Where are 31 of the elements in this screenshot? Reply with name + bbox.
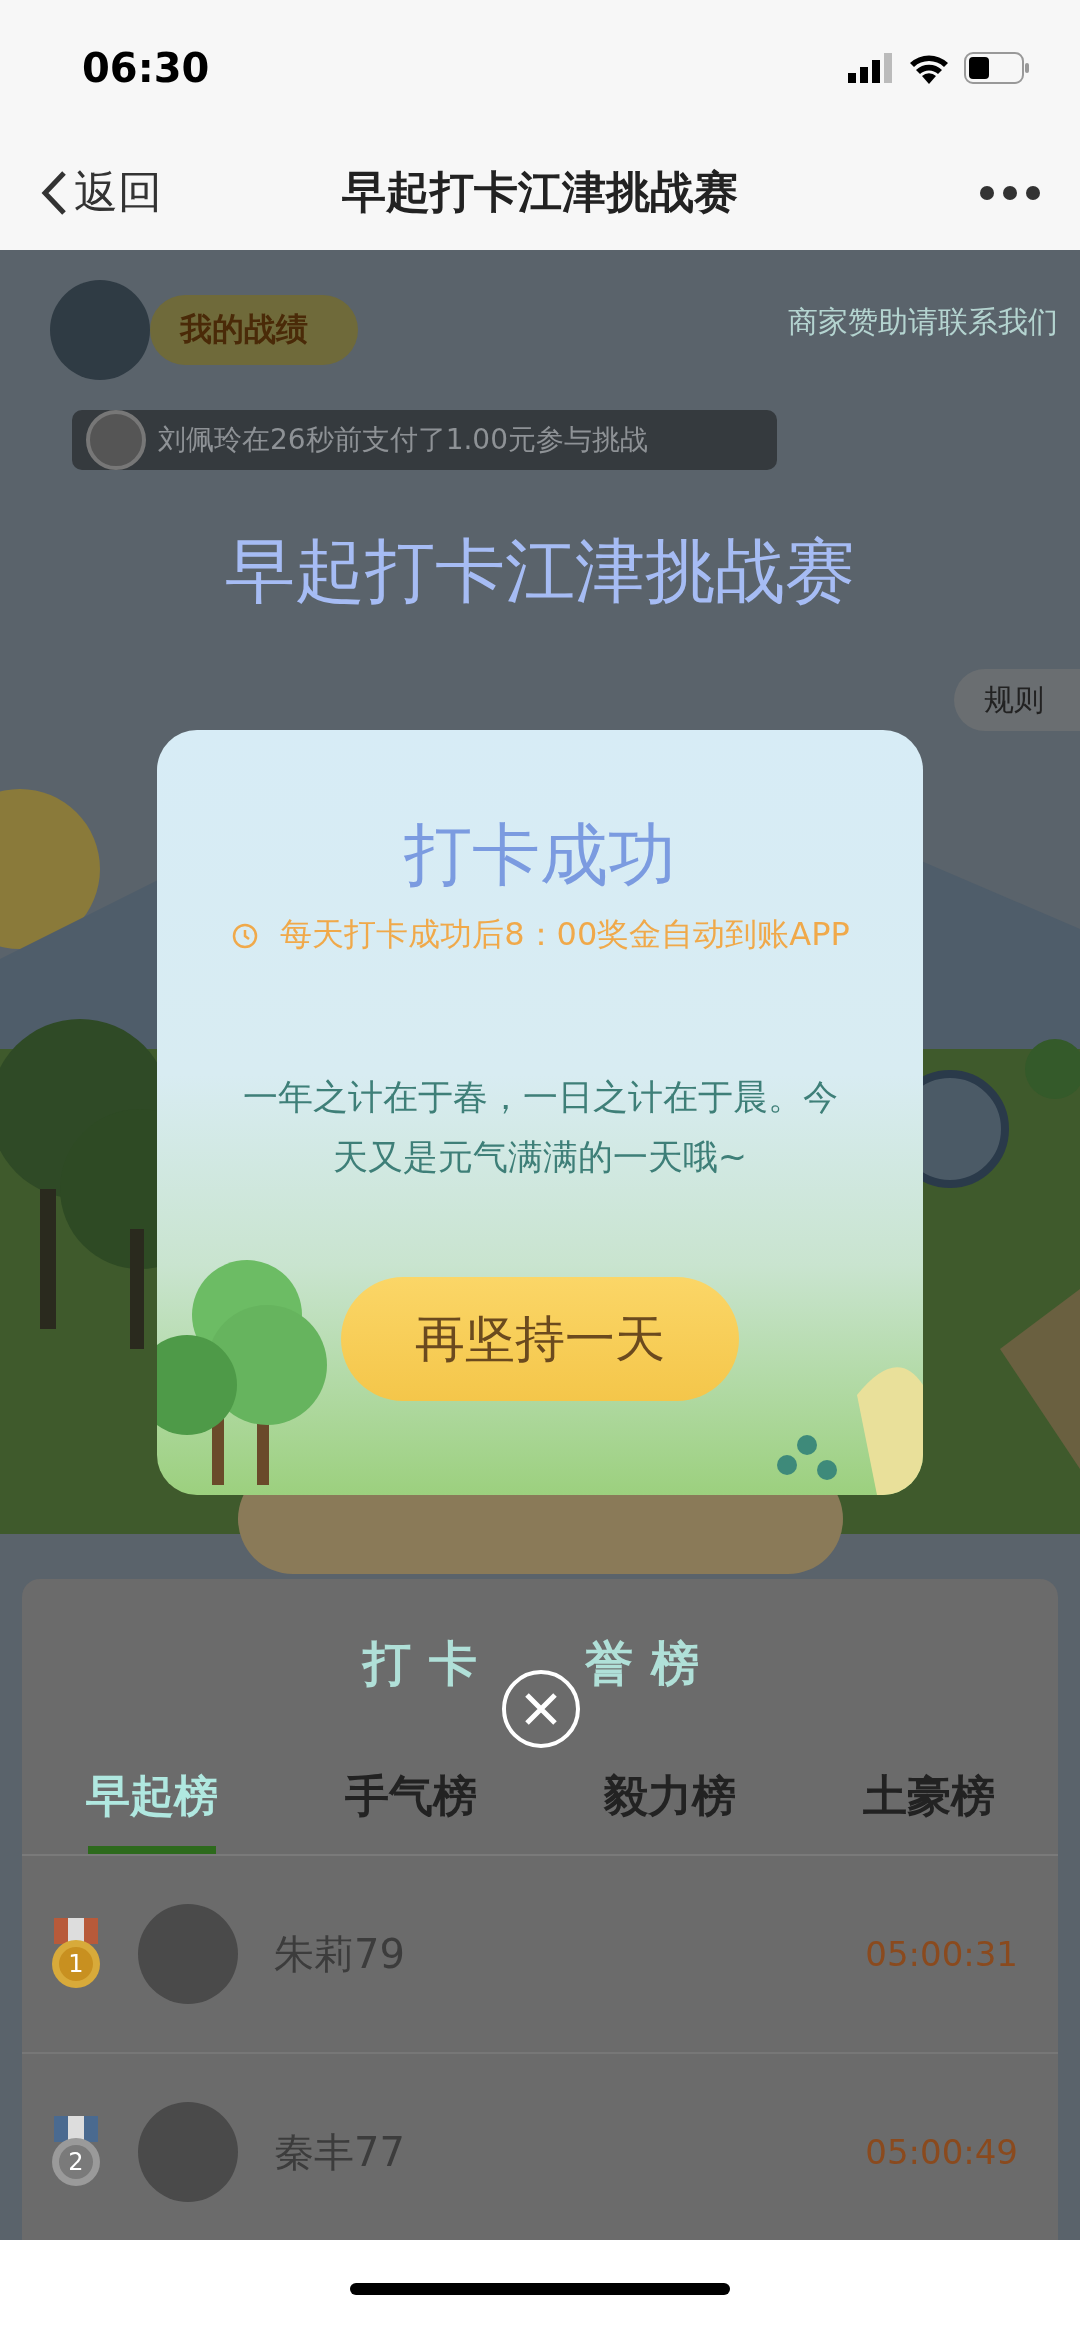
medal-icon	[52, 1918, 100, 1988]
battery-icon	[964, 51, 1030, 84]
leaderboard-tab[interactable]: 早起榜	[22, 1739, 281, 1854]
leaderboard-tab[interactable]: 毅力榜	[540, 1739, 799, 1854]
nav-title: 早起打卡江津挑战赛	[341, 165, 739, 219]
back-button[interactable]: 返回	[40, 163, 162, 222]
event-title: 早起打卡江津挑战赛	[224, 529, 856, 614]
status-time: 06:30	[82, 44, 210, 91]
signal-icon	[848, 52, 894, 83]
keep-going-button[interactable]: 再坚持一天	[341, 1277, 739, 1401]
dialog-message: 一年之计在于春，一日之计在于晨。今天又是元气满满的一天哦~	[241, 1076, 839, 1179]
rules-button[interactable]: 规则	[954, 669, 1080, 731]
more-icon	[980, 185, 1040, 200]
leaderboard-tab[interactable]: 土豪榜	[799, 1739, 1058, 1854]
checkin-time: 05:00:31	[865, 1934, 1018, 1974]
leaderboard-tab[interactable]: 手气榜	[281, 1739, 540, 1854]
more-button[interactable]	[980, 185, 1040, 200]
sponsor-link[interactable]: 商家赞助请联系我们	[788, 302, 1058, 343]
dialog-title: 打卡成功	[404, 814, 676, 896]
board-title: 誉榜	[585, 1634, 717, 1693]
avatar-photo-placeholder	[86, 410, 146, 470]
ticker-text: 刘佩玲在26秒前支付了1.00元参与挑战	[158, 422, 648, 458]
board-title: 打卡	[363, 1634, 495, 1693]
medal-icon	[52, 2116, 100, 2186]
my-record-button[interactable]: 我的战绩	[150, 295, 358, 365]
rank-number: 1	[67, 1949, 85, 1979]
bonus-notice: 每天打卡成功后8：00奖金自动到账APP	[280, 914, 850, 955]
close-icon	[524, 1692, 558, 1726]
chevron-left-icon	[40, 169, 68, 216]
checkin-time: 05:00:49	[865, 2132, 1018, 2172]
rank-number: 2	[67, 2147, 85, 2177]
